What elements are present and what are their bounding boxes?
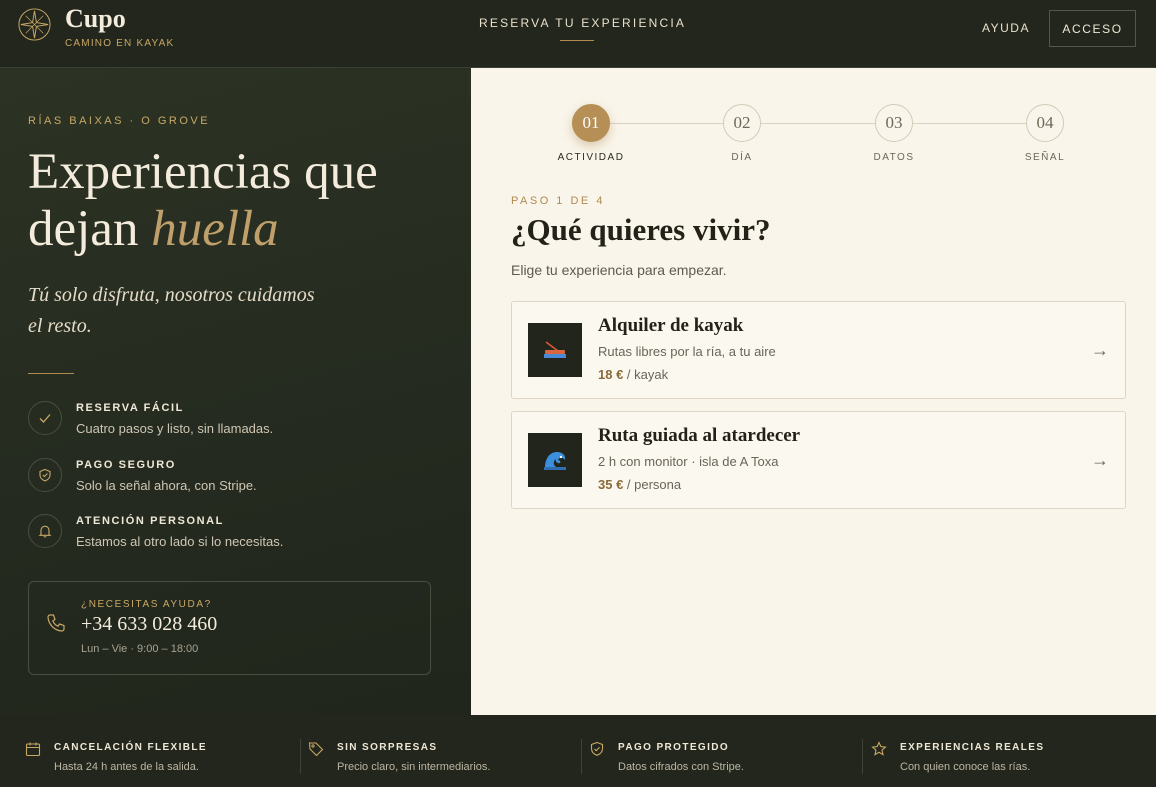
card-desc: 2 h con monitor · isla de A Toxa — [598, 454, 779, 469]
nav-active-underline — [560, 40, 594, 41]
feature-desc: Solo la señal ahora, con Stripe. — [76, 478, 257, 493]
compass-logo-icon[interactable] — [17, 7, 52, 42]
check-icon — [28, 401, 62, 435]
hero-title: Experiencias que dejan huella — [28, 144, 378, 258]
benefit-flexible-cancellation: CANCELACIÓN FLEXIBLE Hasta 24 h antes de… — [25, 739, 285, 779]
calendar-icon — [25, 742, 41, 757]
hero-lede: Tú solo disfruta, nosotros cuidamos el r… — [28, 280, 315, 342]
step-number: 02 — [723, 104, 761, 142]
shield-icon — [28, 458, 62, 492]
shield-icon — [590, 741, 604, 756]
help-contact-box[interactable]: ¿NECESITAS AYUDA? +34 633 028 460 Lun – … — [28, 581, 431, 675]
phone-icon — [47, 614, 65, 632]
hero-divider — [28, 373, 74, 374]
step-number: 04 — [1026, 104, 1064, 142]
experience-card-kayak-rental[interactable]: Alquiler de kayak Rutas libres por la rí… — [511, 301, 1126, 399]
card-desc: Rutas libres por la ría, a tu aire — [598, 344, 776, 359]
brand-tagline: CAMINO EN KAYAK — [65, 38, 175, 49]
benefit-protected-payment: PAGO PROTEGIDO Datos cifrados con Stripe… — [589, 739, 849, 779]
benefit-desc: Precio claro, sin intermediarios. — [337, 761, 491, 773]
footer-benefits: CANCELACIÓN FLEXIBLE Hasta 24 h antes de… — [0, 715, 1156, 787]
help-phone-number[interactable]: +34 633 028 460 — [81, 613, 217, 636]
panel-title: ¿Qué quieres vivir? — [511, 212, 771, 247]
feature-desc: Cuatro pasos y listo, sin llamadas. — [76, 421, 274, 436]
star-icon — [871, 741, 887, 756]
step-label: DATOS — [873, 152, 915, 163]
feature-title: PAGO SEGURO — [76, 459, 176, 471]
nav-reserve-link[interactable]: RESERVA TU EXPERIENCIA — [479, 16, 686, 30]
panel-subtitle: Elige tu experiencia para empezar. — [511, 262, 727, 278]
step-number: 03 — [875, 104, 913, 142]
benefit-real-experiences: EXPERIENCIAS REALES Con quien conoce las… — [871, 739, 1131, 779]
help-link[interactable]: AYUDA — [982, 21, 1030, 35]
benefit-title: EXPERIENCIAS REALES — [900, 742, 1045, 753]
arrow-right-icon: → — [1091, 340, 1109, 360]
top-header: Cupo CAMINO EN KAYAK RESERVA TU EXPERIEN… — [0, 0, 1156, 68]
benefit-desc: Hasta 24 h antes de la salida. — [54, 761, 199, 773]
tag-icon — [308, 742, 324, 757]
wave-icon — [528, 433, 582, 487]
step-activity[interactable]: 01 ACTIVIDAD — [551, 104, 631, 163]
feature-title: RESERVA FÁCIL — [76, 402, 184, 414]
step-label: ACTIVIDAD — [557, 152, 625, 163]
hero-title-line1: Experiencias que — [28, 144, 378, 200]
card-price-amount: 35 € — [598, 477, 624, 492]
step-data[interactable]: 03 DATOS — [854, 104, 934, 163]
card-price: 18 € / kayak — [598, 367, 668, 382]
hero-panel: RÍAS BAIXAS · O GROVE Experiencias que d… — [0, 68, 471, 715]
card-price-unit: / persona — [623, 477, 682, 492]
login-button[interactable]: ACCESO — [1049, 10, 1136, 47]
stepper-line — [591, 123, 1046, 124]
booking-panel: 01 ACTIVIDAD 02 DÍA 03 DATOS 04 SEÑAL PA… — [471, 68, 1156, 715]
footer-divider — [300, 739, 301, 774]
experience-card-sunset-tour[interactable]: Ruta guiada al atardecer 2 h con monitor… — [511, 411, 1126, 509]
feature-secure-payment: PAGO SEGURO Solo la señal ahora, con Str… — [28, 458, 448, 498]
step-label: SEÑAL — [1024, 152, 1066, 163]
card-title: Ruta guiada al atardecer — [598, 425, 801, 446]
footer-divider — [862, 739, 863, 774]
benefit-title: CANCELACIÓN FLEXIBLE — [54, 742, 207, 753]
card-price-unit: / kayak — [623, 367, 669, 382]
hero-kicker: RÍAS BAIXAS · O GROVE — [28, 115, 211, 127]
help-hours: Lun – Vie · 9:00 – 18:00 — [81, 643, 199, 655]
brand-name[interactable]: Cupo — [65, 4, 126, 34]
footer-divider — [581, 739, 582, 774]
feature-desc: Estamos al otro lado si lo necesitas. — [76, 534, 284, 549]
benefit-no-surprises: SIN SORPRESAS Precio claro, sin intermed… — [308, 739, 568, 779]
hero-title-emphasis: huella — [151, 201, 279, 257]
step-day[interactable]: 02 DÍA — [702, 104, 782, 163]
card-title: Alquiler de kayak — [598, 315, 744, 336]
step-label: DÍA — [731, 152, 753, 163]
step-number: 01 — [572, 104, 610, 142]
kayak-icon — [528, 323, 582, 377]
arrow-right-icon: → — [1091, 450, 1109, 470]
card-price: 35 € / persona — [598, 477, 681, 492]
step-kicker: PASO 1 DE 4 — [511, 195, 605, 207]
hero-lede-line1: Tú solo disfruta, nosotros cuidamos — [28, 284, 315, 306]
feature-personal-attention: ATENCIÓN PERSONAL Estamos al otro lado s… — [28, 514, 448, 554]
step-deposit[interactable]: 04 SEÑAL — [1005, 104, 1085, 163]
card-price-amount: 18 € — [598, 367, 624, 382]
benefit-desc: Datos cifrados con Stripe. — [618, 761, 744, 773]
feature-title: ATENCIÓN PERSONAL — [76, 515, 225, 527]
benefit-title: PAGO PROTEGIDO — [618, 742, 730, 753]
feature-easy-booking: RESERVA FÁCIL Cuatro pasos y listo, sin … — [28, 401, 448, 441]
bell-icon — [28, 514, 62, 548]
benefit-desc: Con quien conoce las rías. — [900, 761, 1031, 773]
hero-lede-line2: el resto. — [28, 315, 92, 337]
hero-title-line2: dejan — [28, 201, 152, 257]
help-kicker: ¿NECESITAS AYUDA? — [81, 599, 212, 610]
benefit-title: SIN SORPRESAS — [337, 742, 438, 753]
